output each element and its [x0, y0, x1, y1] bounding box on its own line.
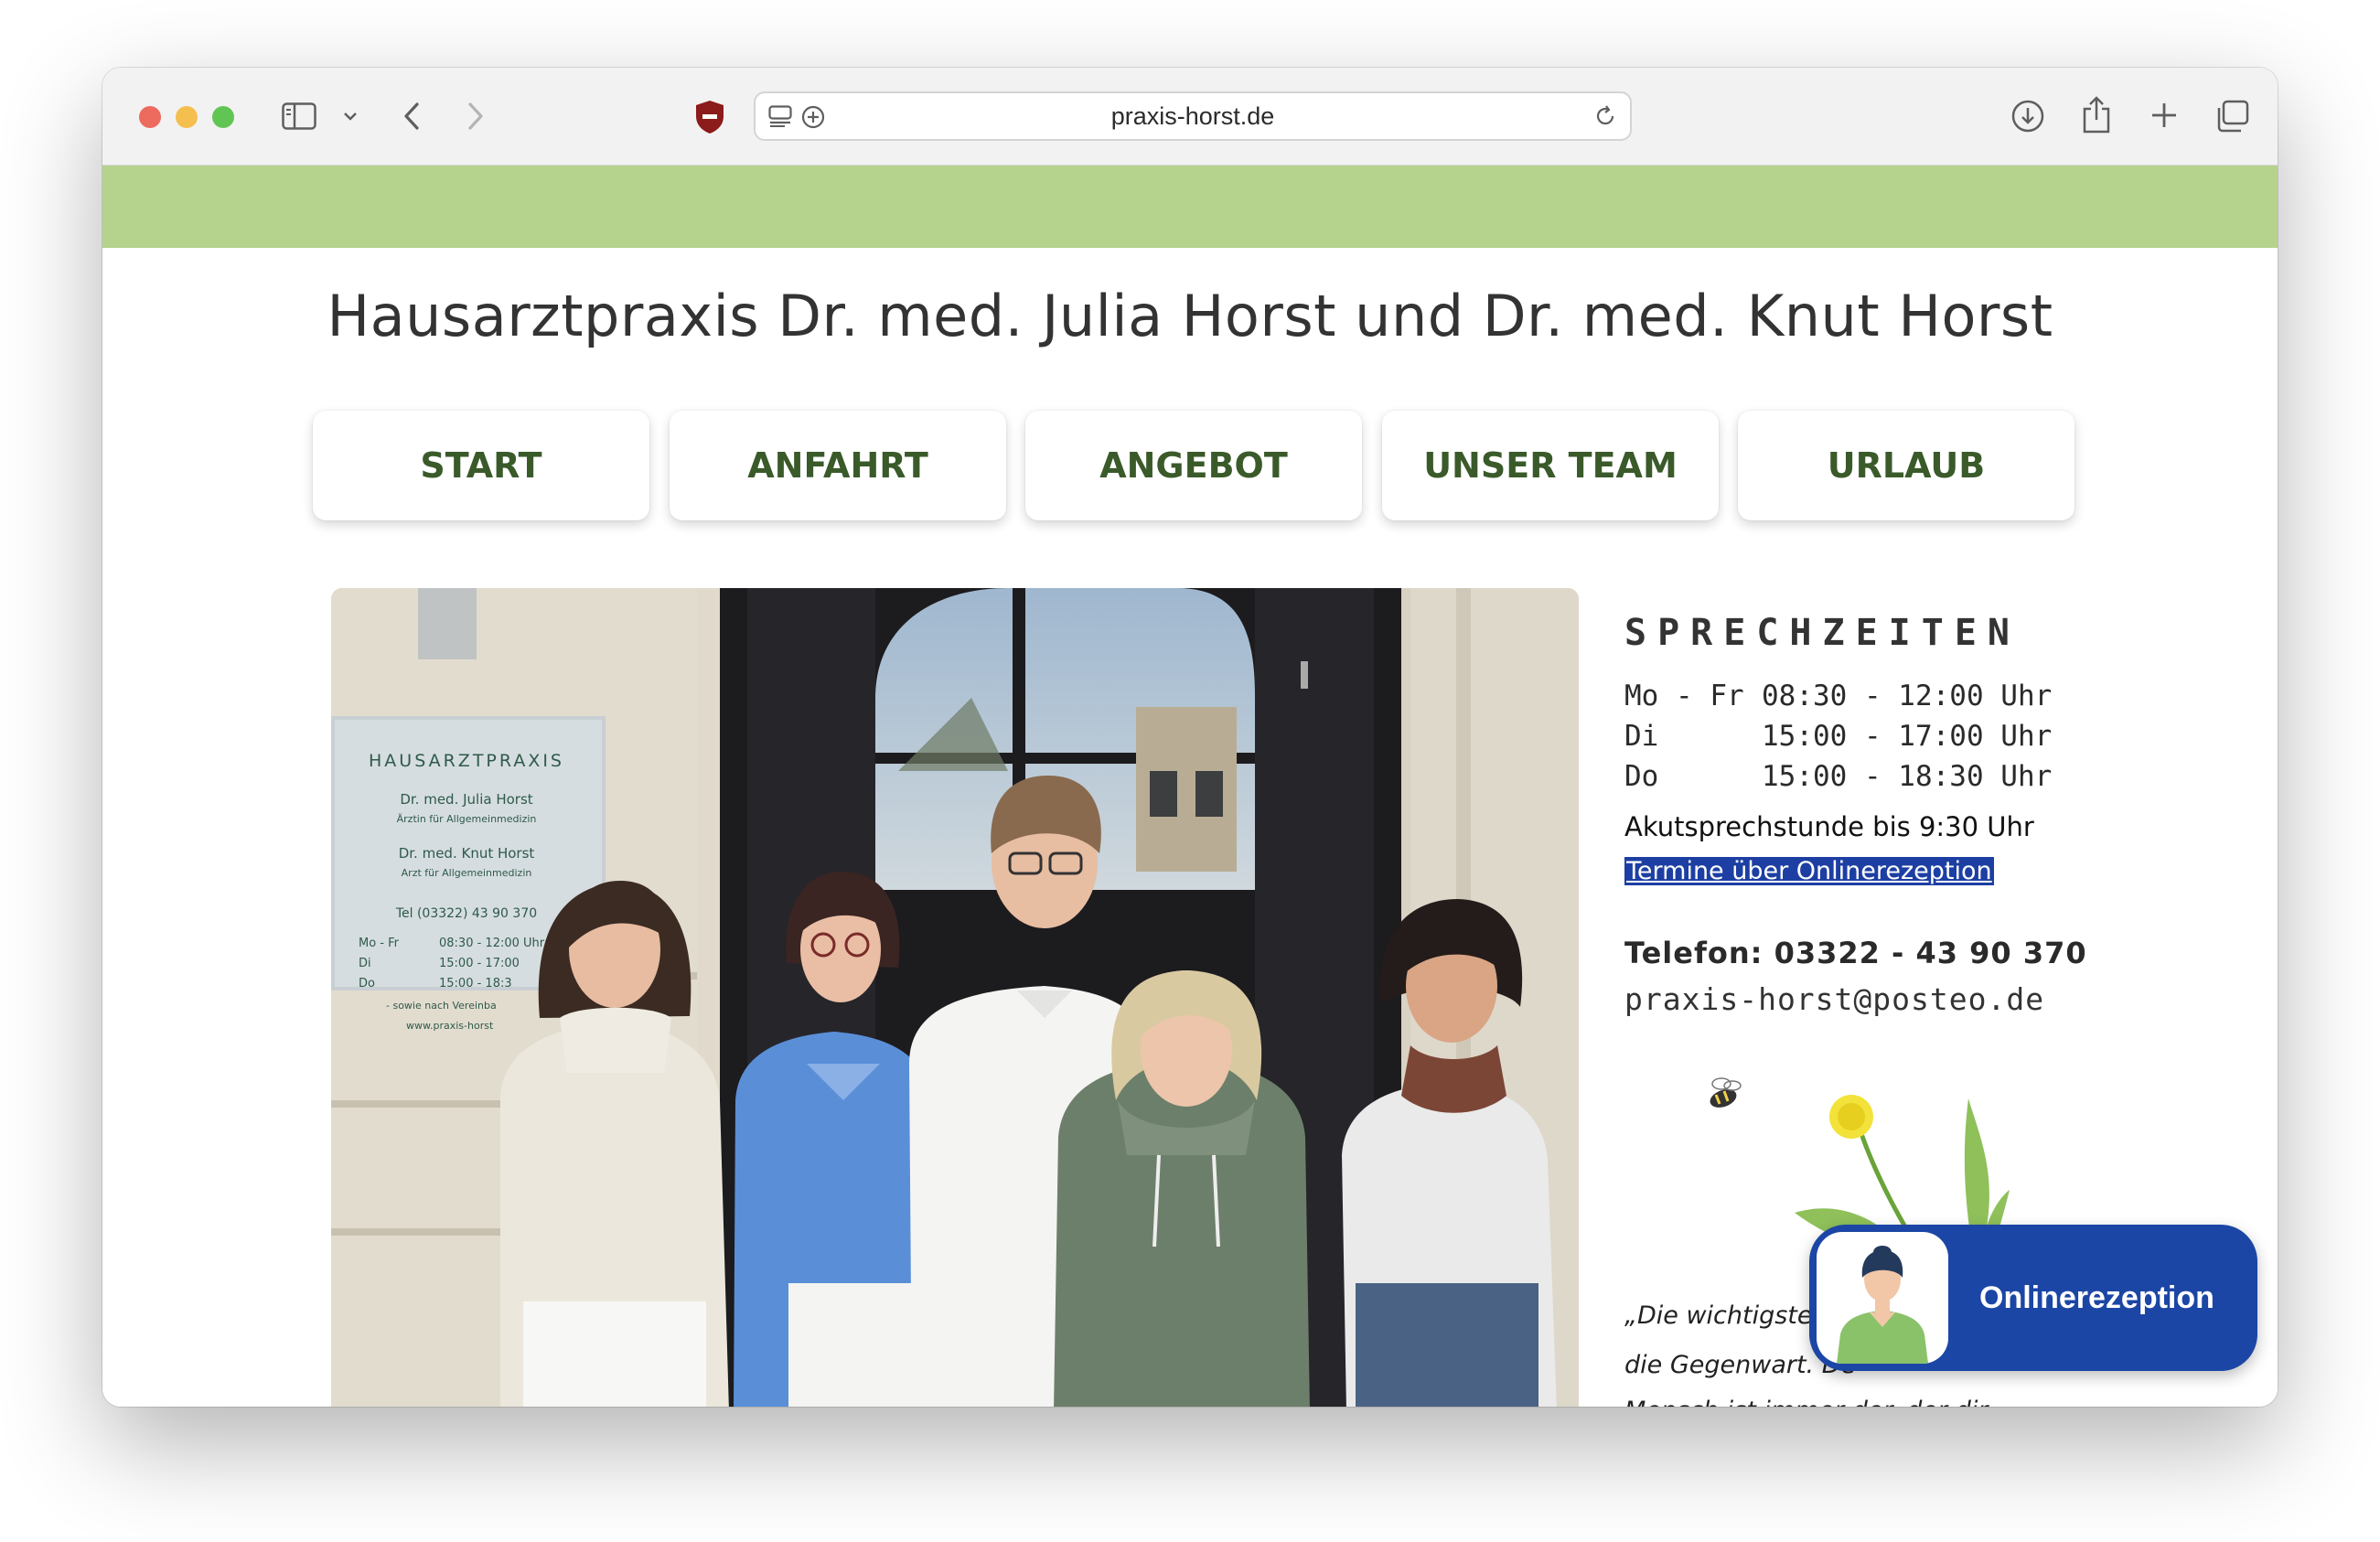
appointment-link[interactable]: Termine über Onlinerezeption	[1624, 857, 1994, 885]
tabs-icon[interactable]	[2215, 99, 2250, 134]
hours-row: Di 15:00 - 17:00 Uhr	[1624, 720, 2052, 753]
back-icon[interactable]	[399, 101, 424, 132]
header-bar	[102, 166, 2278, 248]
web-page: Hausarztpraxis Dr. med. Julia Horst und …	[102, 166, 2278, 1407]
sign-doctor2-title: Arzt für Allgemeinmedizin	[402, 867, 532, 879]
sign-hours-time: 15:00 - 17:00	[439, 957, 520, 970]
sign-hours-time: 08:30 - 12:00 Uhr	[439, 937, 545, 950]
office-hours-heading: SPRECHZEITEN	[1624, 612, 2021, 654]
phone-text: Telefon: 03322 - 43 90 370	[1624, 936, 2087, 970]
chevron-down-icon[interactable]	[342, 108, 359, 124]
team-photo: HAUSARZTPRAXIS Dr. med. Julia Horst Ärzt…	[331, 588, 1579, 1407]
sign-web: www.praxis-horst	[406, 1020, 494, 1032]
hours-day: Do	[1624, 760, 1659, 793]
page-title: Hausarztpraxis Dr. med. Julia Horst und …	[327, 283, 2053, 349]
sign-note: - sowie nach Vereinba	[386, 1000, 497, 1012]
sign-doctor1-title: Ärztin für Allgemeinmedizin	[397, 813, 537, 825]
sign-phone: Tel (03322) 43 90 370	[395, 906, 537, 921]
sign-doctor1: Dr. med. Julia Horst	[400, 791, 532, 808]
hours-time: 15:00 - 17:00 Uhr	[1762, 720, 2053, 753]
share-icon[interactable]	[2082, 95, 2111, 134]
sign-hours-time: 15:00 - 18:3	[439, 977, 512, 991]
url-text[interactable]: praxis-horst.de	[756, 93, 1630, 139]
minimize-window-button[interactable]	[176, 106, 198, 128]
hours-day: Di	[1624, 720, 1659, 753]
close-window-button[interactable]	[139, 106, 161, 128]
hours-time: 08:30 - 12:00 Uhr	[1762, 680, 2053, 712]
onlinerezeption-widget-button[interactable]: Onlinerezeption	[1809, 1225, 2257, 1371]
sign-hours-day: Do	[359, 977, 375, 991]
nav-anfahrt-button[interactable]: ANFAHRT	[670, 411, 1006, 520]
plus-icon[interactable]	[2150, 101, 2179, 130]
sign-heading: HAUSARZTPRAXIS	[369, 751, 564, 771]
hours-row: Mo - Fr 08:30 - 12:00 Uhr	[1624, 680, 2052, 712]
hours-time: 15:00 - 18:30 Uhr	[1762, 760, 2053, 793]
avatar-icon	[1837, 1246, 1928, 1364]
browser-window: praxis-horst.de Hausarztpraxis Dr. med. …	[102, 68, 2278, 1407]
nav-unser-team-button[interactable]: UNSER TEAM	[1382, 411, 1719, 520]
bee-icon	[1710, 1077, 1742, 1108]
quote-line: „Die wichtigste	[1624, 1301, 1813, 1330]
nav-angebot-button[interactable]: ANGEBOT	[1025, 411, 1362, 520]
avatar	[1817, 1232, 1948, 1364]
sign-hours-day: Di	[359, 957, 371, 970]
address-bar[interactable]: praxis-horst.de	[754, 91, 1632, 141]
download-icon[interactable]	[2010, 99, 2045, 134]
quote-line: Mensch ist immer der, der dir	[1624, 1397, 1988, 1407]
forward-icon[interactable]	[463, 101, 488, 132]
reload-icon[interactable]	[1593, 104, 1617, 128]
nav-urlaub-button[interactable]: URLAUB	[1738, 411, 2074, 520]
acute-hours-text: Akutsprechstunde bis 9:30 Uhr	[1624, 811, 2034, 842]
maximize-window-button[interactable]	[212, 106, 234, 128]
shield-icon[interactable]	[693, 99, 726, 135]
sidebar-icon[interactable]	[282, 102, 316, 130]
browser-toolbar: praxis-horst.de	[102, 68, 2278, 166]
hours-row: Do 15:00 - 18:30 Uhr	[1624, 760, 2052, 793]
hours-day: Mo - Fr	[1624, 680, 1744, 712]
sign-hours-day: Mo - Fr	[359, 937, 400, 950]
onlinerezeption-label: Onlinerezeption	[1979, 1280, 2214, 1315]
nav-start-button[interactable]: START	[313, 411, 649, 520]
email-link[interactable]: praxis-horst@posteo.de	[1624, 981, 2044, 1017]
sign-doctor2: Dr. med. Knut Horst	[399, 845, 535, 862]
